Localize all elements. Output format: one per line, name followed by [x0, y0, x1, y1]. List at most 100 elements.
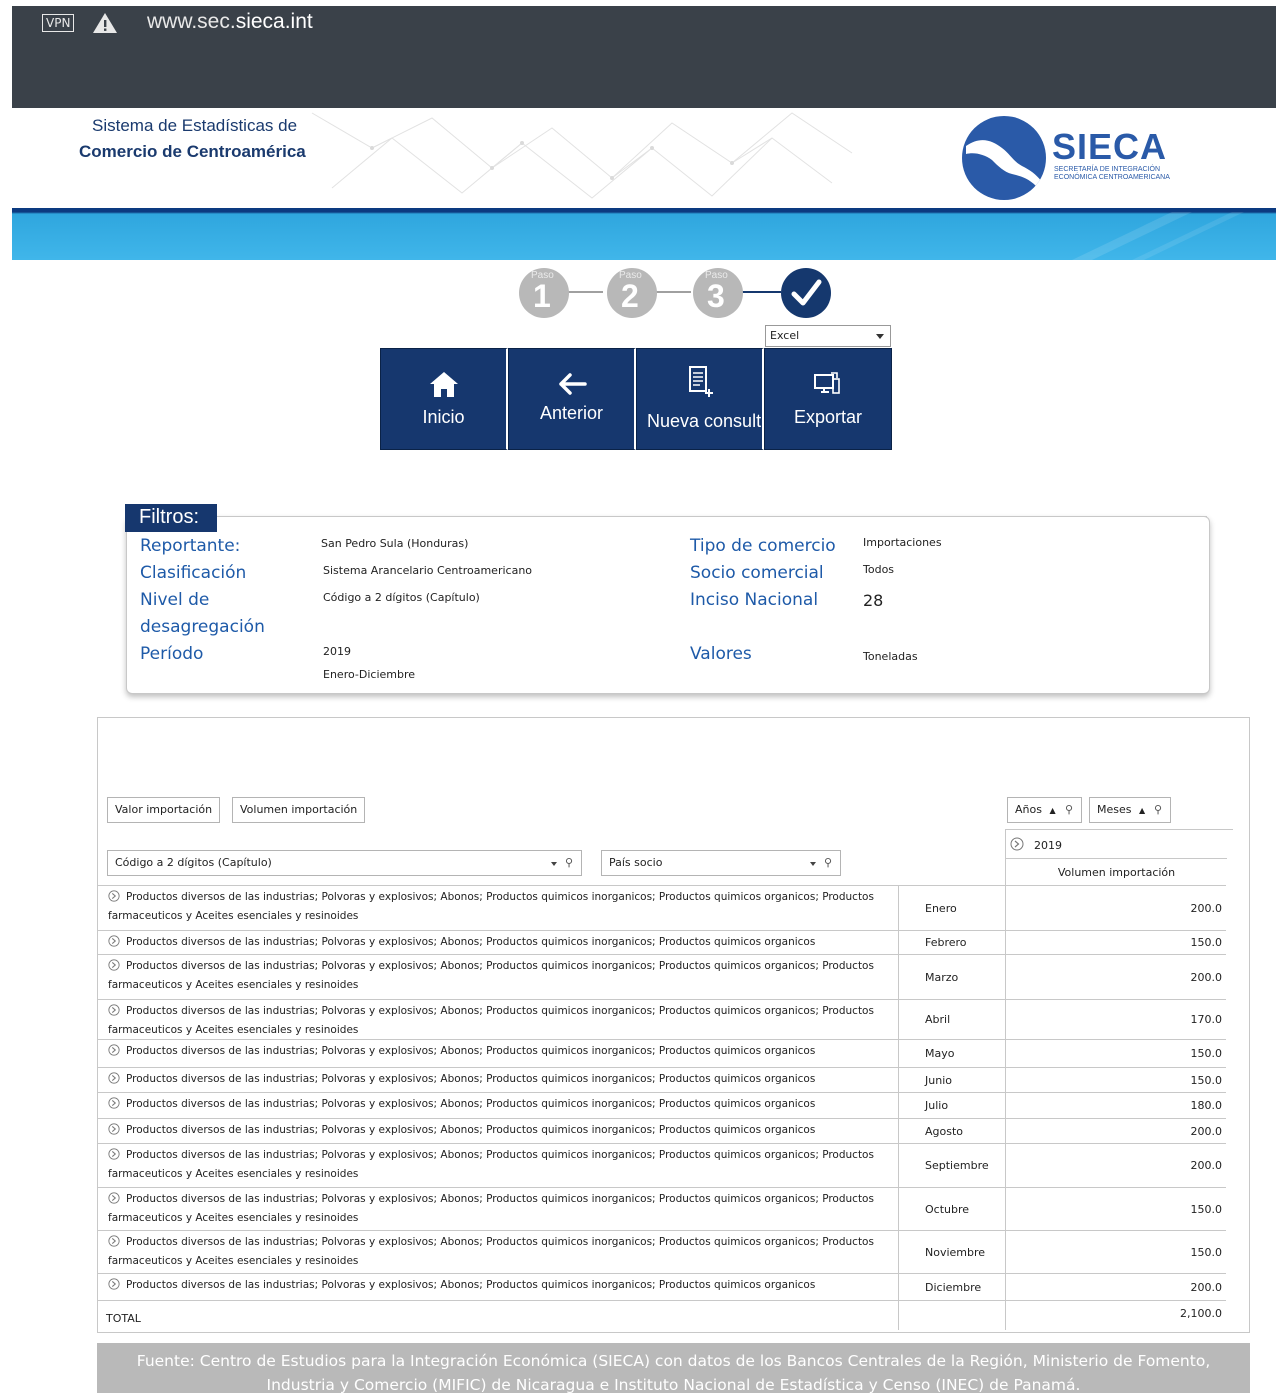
- filter-pin-icon[interactable]: ⚲: [824, 856, 832, 869]
- filter-nivel-label: Nivel de: [140, 590, 210, 610]
- step-2[interactable]: Paso 2: [607, 268, 657, 318]
- measure-chip-valor[interactable]: Valor importación: [107, 797, 221, 823]
- expand-icon[interactable]: [1010, 837, 1024, 851]
- row-product-label: Productos diversos de las industrias; Po…: [108, 960, 874, 991]
- filter-pin-icon[interactable]: ⚲: [1065, 803, 1073, 816]
- filter-reportante-value: San Pedro Sula (Honduras): [321, 537, 469, 550]
- row-product-label: Productos diversos de las industrias; Po…: [126, 1098, 816, 1110]
- filter-pin-icon[interactable]: ⚲: [565, 856, 573, 869]
- filter-pin-icon[interactable]: ⚲: [1154, 803, 1162, 816]
- home-icon: [429, 372, 458, 397]
- sieca-logo-text: SIECA: [1052, 126, 1168, 167]
- inicio-button[interactable]: Inicio: [380, 348, 508, 450]
- row-product-label: Productos diversos de las industrias; Po…: [126, 1279, 816, 1291]
- row-value: 170.0: [1005, 1000, 1226, 1039]
- site-header: Sistema de Estadísticas de Comercio de C…: [12, 108, 1276, 208]
- row-month: Septiembre: [898, 1144, 1005, 1187]
- anterior-button[interactable]: Anterior: [508, 348, 636, 450]
- expand-icon[interactable]: [108, 1235, 120, 1247]
- sieca-logo-subtitle: SECRETARÍA DE INTEGRACIÓN ECONÓMICA CENT…: [1054, 166, 1170, 181]
- exportar-button[interactable]: Exportar: [764, 348, 892, 450]
- sieca-logo-icon[interactable]: [962, 116, 1046, 200]
- row-value: 200.0: [1005, 886, 1226, 930]
- system-title-line2: Comercio de Centroamérica: [79, 142, 306, 161]
- nueva-consulta-button[interactable]: Nueva consult: [636, 348, 764, 450]
- row-value: 150.0: [1005, 1068, 1226, 1092]
- wizard-steps: Paso 1 Paso 2 Paso 3: [515, 268, 835, 320]
- table-row: Productos diversos de las industrias; Po…: [98, 1230, 1226, 1273]
- row-product-label: Productos diversos de las industrias; Po…: [108, 1236, 874, 1267]
- chevron-down-icon: [876, 334, 884, 339]
- expand-icon[interactable]: [108, 1148, 120, 1160]
- table-row: Productos diversos de las industrias; Po…: [98, 1092, 1226, 1118]
- new-document-icon: [688, 366, 713, 397]
- row-field-pais-socio[interactable]: País socio ⚲: [601, 850, 841, 876]
- row-value: 200.0: [1005, 1144, 1226, 1187]
- url-text[interactable]: www.sec.sieca.int: [147, 10, 313, 34]
- pivot-rows: Productos diversos de las industrias; Po…: [98, 885, 1226, 1330]
- check-icon: [791, 279, 822, 306]
- filter-periodo-year: 2019: [323, 645, 351, 658]
- sort-asc-icon[interactable]: ▲: [1139, 806, 1145, 815]
- expand-icon[interactable]: [108, 1278, 120, 1290]
- export-format-select[interactable]: Excel: [765, 325, 891, 347]
- row-value: 180.0: [1005, 1093, 1226, 1118]
- filter-periodo-label: Período: [140, 644, 204, 664]
- step-connector: [653, 291, 691, 293]
- vpn-badge[interactable]: VPN: [42, 14, 75, 32]
- table-total-row: TOTAL 2,100.0: [98, 1300, 1226, 1330]
- filter-tipo-value: Importaciones: [863, 536, 942, 549]
- row-month: Marzo: [898, 955, 1005, 999]
- row-month: Octubre: [898, 1188, 1005, 1230]
- system-title-line1: Sistema de Estadísticas de: [92, 116, 298, 135]
- expand-icon[interactable]: [108, 1123, 120, 1135]
- warning-icon[interactable]: [92, 12, 118, 38]
- expand-icon[interactable]: [108, 959, 120, 971]
- measure-chip-volumen[interactable]: Volumen importación: [232, 797, 366, 823]
- column-field-meses[interactable]: Meses ▲ ⚲: [1089, 797, 1171, 823]
- expand-icon[interactable]: [108, 890, 120, 902]
- row-month: Abril: [898, 1000, 1005, 1039]
- row-month: Febrero: [898, 931, 1005, 954]
- page: VPN www.sec.sieca.int Sistema de Estadís…: [0, 0, 1276, 1393]
- sort-asc-icon[interactable]: ▲: [1049, 806, 1055, 815]
- expand-icon[interactable]: [108, 935, 120, 947]
- step-1[interactable]: Paso 1: [519, 268, 569, 318]
- row-field-codigo[interactable]: Código a 2 dígitos (Capítulo) ⚲: [107, 850, 582, 876]
- row-product-label: Productos diversos de las industrias; Po…: [108, 1149, 874, 1180]
- expand-icon[interactable]: [108, 1072, 120, 1084]
- row-product-label: Productos diversos de las industrias; Po…: [126, 1073, 816, 1085]
- browser-address-bar: VPN www.sec.sieca.int: [12, 6, 1276, 108]
- row-value: 200.0: [1005, 1274, 1226, 1300]
- column-field-anos[interactable]: Años ▲ ⚲: [1007, 797, 1082, 823]
- row-product-label: Productos diversos de las industrias; Po…: [126, 1045, 816, 1057]
- arrow-left-icon: [558, 373, 587, 395]
- nav-toolbar: Inicio Anterior Nueva consult Exportar: [380, 348, 894, 450]
- filter-socio-label: Socio comercial: [690, 563, 824, 583]
- row-value: 150.0: [1005, 1040, 1226, 1067]
- filter-tipo-label: Tipo de comercio: [690, 536, 836, 556]
- filter-inciso-label: Inciso Nacional: [690, 590, 819, 610]
- filter-nivel-label-2: desagregación: [140, 617, 265, 637]
- row-month: Junio: [898, 1068, 1005, 1092]
- export-icon: [814, 372, 840, 394]
- expand-icon[interactable]: [108, 1044, 120, 1056]
- expand-icon[interactable]: [108, 1192, 120, 1204]
- table-row: Productos diversos de las industrias; Po…: [98, 885, 1226, 930]
- table-row: Productos diversos de las industrias; Po…: [98, 1118, 1226, 1143]
- total-value: 2,100.0: [1005, 1301, 1226, 1330]
- row-product-label: Productos diversos de las industrias; Po…: [108, 891, 874, 922]
- chevron-down-icon[interactable]: [551, 862, 557, 866]
- column-header-year: 2019 Volumen importación: [1005, 829, 1233, 885]
- row-product-label: Productos diversos de las industrias; Po…: [126, 936, 816, 948]
- expand-icon[interactable]: [108, 1004, 120, 1016]
- row-product-label: Productos diversos de las industrias; Po…: [108, 1193, 874, 1224]
- step-complete[interactable]: [781, 268, 831, 318]
- chevron-down-icon[interactable]: [810, 862, 816, 866]
- step-connector: [741, 291, 781, 293]
- filters-title: Filtros:: [125, 504, 217, 532]
- table-row: Productos diversos de las industrias; Po…: [98, 999, 1226, 1039]
- row-product-label: Productos diversos de las industrias; Po…: [126, 1124, 816, 1136]
- expand-icon[interactable]: [108, 1097, 120, 1109]
- step-3[interactable]: Paso 3: [693, 268, 743, 318]
